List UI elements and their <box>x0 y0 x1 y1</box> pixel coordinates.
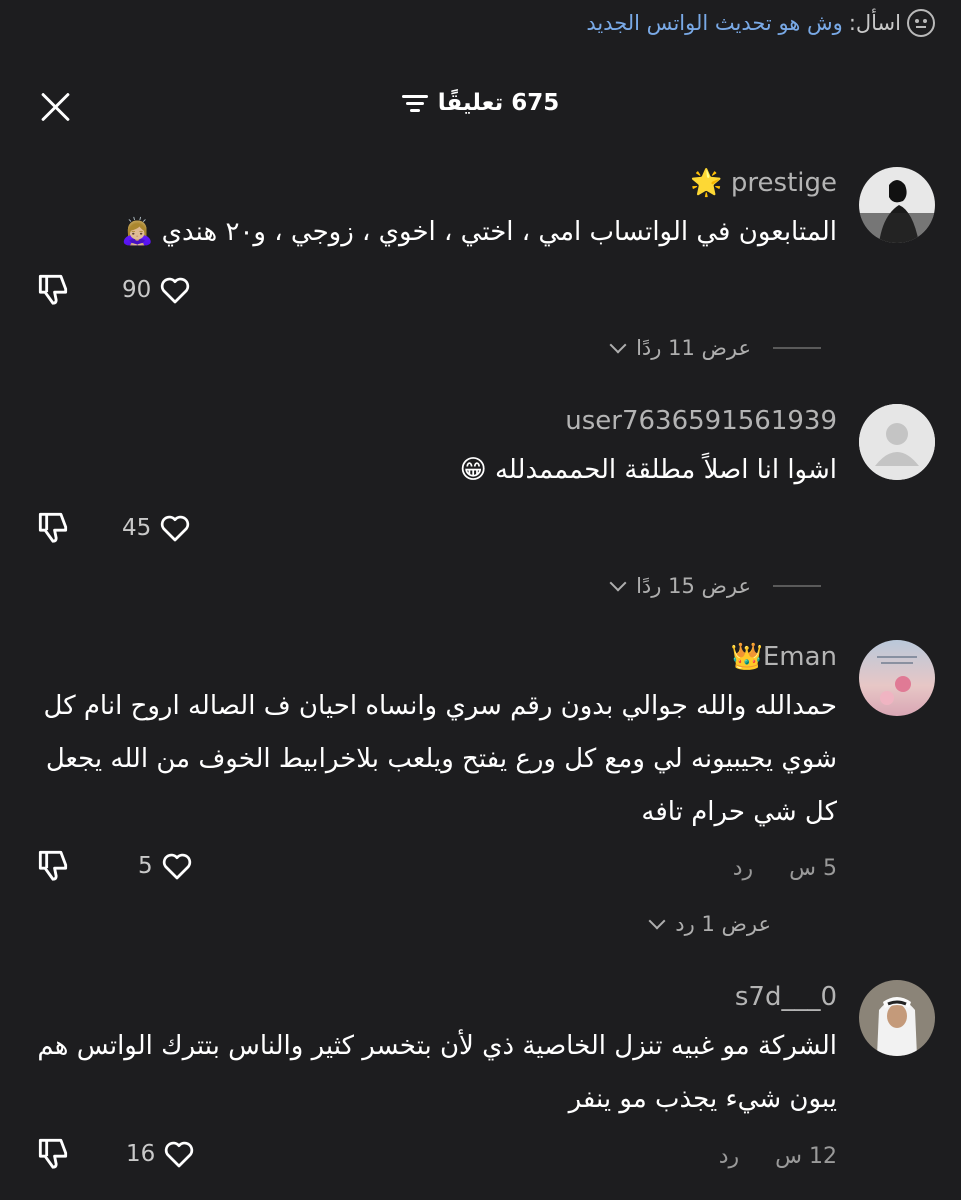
view-replies-label: عرض 11 ردًا <box>636 336 751 360</box>
comment-text: اشوا انا اصلاً مطلقة الحمممدلله 😁 <box>459 455 837 485</box>
comments-header: 675 تعليقًا <box>0 78 961 134</box>
view-replies-button[interactable]: عرض 1 رد <box>648 912 771 936</box>
view-replies-label: عرض 15 ردًا <box>636 574 751 598</box>
username-text: Eman <box>762 642 837 672</box>
avatar[interactable] <box>859 404 935 480</box>
filter-icon[interactable] <box>401 93 428 113</box>
comment-actions: 16 12 س رد <box>0 1134 961 1184</box>
comments-title: 675 تعليقًا <box>0 90 961 116</box>
dislike-icon[interactable] <box>34 508 72 546</box>
username-text: prestige <box>730 168 837 198</box>
like-count: 45 <box>122 515 152 541</box>
view-replies-label: عرض 1 رد <box>675 912 771 936</box>
like-count: 16 <box>126 1141 156 1167</box>
star-badge-icon: 🌟 <box>690 168 723 198</box>
question-icon <box>907 9 935 37</box>
comment-time: 5 س <box>789 856 837 881</box>
dislike-icon[interactable] <box>34 270 72 308</box>
like-button[interactable]: 90 <box>122 272 193 308</box>
comment-meta: 12 س رد <box>719 1144 837 1169</box>
chevron-down-icon <box>609 336 627 354</box>
search-suggestion[interactable]: اسأل: وش هو تحديث الواتس الجديد <box>586 6 935 40</box>
avatar[interactable] <box>859 640 935 716</box>
comment-text: حمدالله والله جوالي بدون رقم سري وانساه … <box>43 691 838 827</box>
dislike-icon[interactable] <box>34 1134 72 1172</box>
comment-actions: 90 <box>0 270 961 320</box>
flower-avatar-image <box>859 640 935 716</box>
divider-line <box>773 585 821 587</box>
divider-line <box>773 347 821 349</box>
heart-icon <box>165 1141 194 1168</box>
avatar[interactable] <box>859 167 935 243</box>
avatar[interactable] <box>859 980 935 1056</box>
view-replies-button[interactable]: عرض 15 ردًا <box>609 574 821 598</box>
heart-icon <box>161 277 190 304</box>
view-replies-button[interactable]: عرض 11 ردًا <box>609 336 821 360</box>
search-query-link[interactable]: وش هو تحديث الواتس الجديد <box>586 11 843 35</box>
like-count: 5 <box>138 853 153 879</box>
avatar-image <box>859 167 935 243</box>
profile-avatar-image <box>859 980 935 1056</box>
comment-actions: 5 5 س رد <box>0 846 961 896</box>
comment-text: المتابعون في الواتساب امي ، اختي ، اخوي … <box>121 217 837 247</box>
search-label: اسأل: <box>848 11 901 35</box>
reply-button[interactable]: رد <box>733 856 753 881</box>
dislike-icon[interactable] <box>34 846 72 884</box>
like-button[interactable]: 5 <box>138 848 195 884</box>
comment-username[interactable]: Eman👑 <box>730 642 837 672</box>
like-button[interactable]: 16 <box>126 1136 197 1172</box>
comment-count: 675 تعليقًا <box>437 90 560 116</box>
chevron-down-icon <box>609 574 627 592</box>
heart-icon <box>162 853 191 880</box>
crown-badge-icon: 👑 <box>730 642 763 672</box>
comment-meta: 5 س رد <box>733 856 837 881</box>
comment-text: الشركة مو غبيه تنزل الخاصية ذي لأن بتخسر… <box>37 1031 837 1114</box>
default-avatar-icon <box>859 404 935 480</box>
chevron-down-icon <box>648 912 666 930</box>
comment-actions: 45 <box>0 508 961 558</box>
comment-username[interactable]: prestige 🌟 <box>690 168 837 198</box>
comment-username[interactable]: s7d___0 <box>735 982 837 1012</box>
reply-button[interactable]: رد <box>719 1144 739 1169</box>
heart-icon <box>161 515 190 542</box>
comment-time: 12 س <box>775 1144 837 1169</box>
like-count: 90 <box>122 277 152 303</box>
comment-username[interactable]: user7636591561939 <box>565 406 837 436</box>
like-button[interactable]: 45 <box>122 510 193 546</box>
